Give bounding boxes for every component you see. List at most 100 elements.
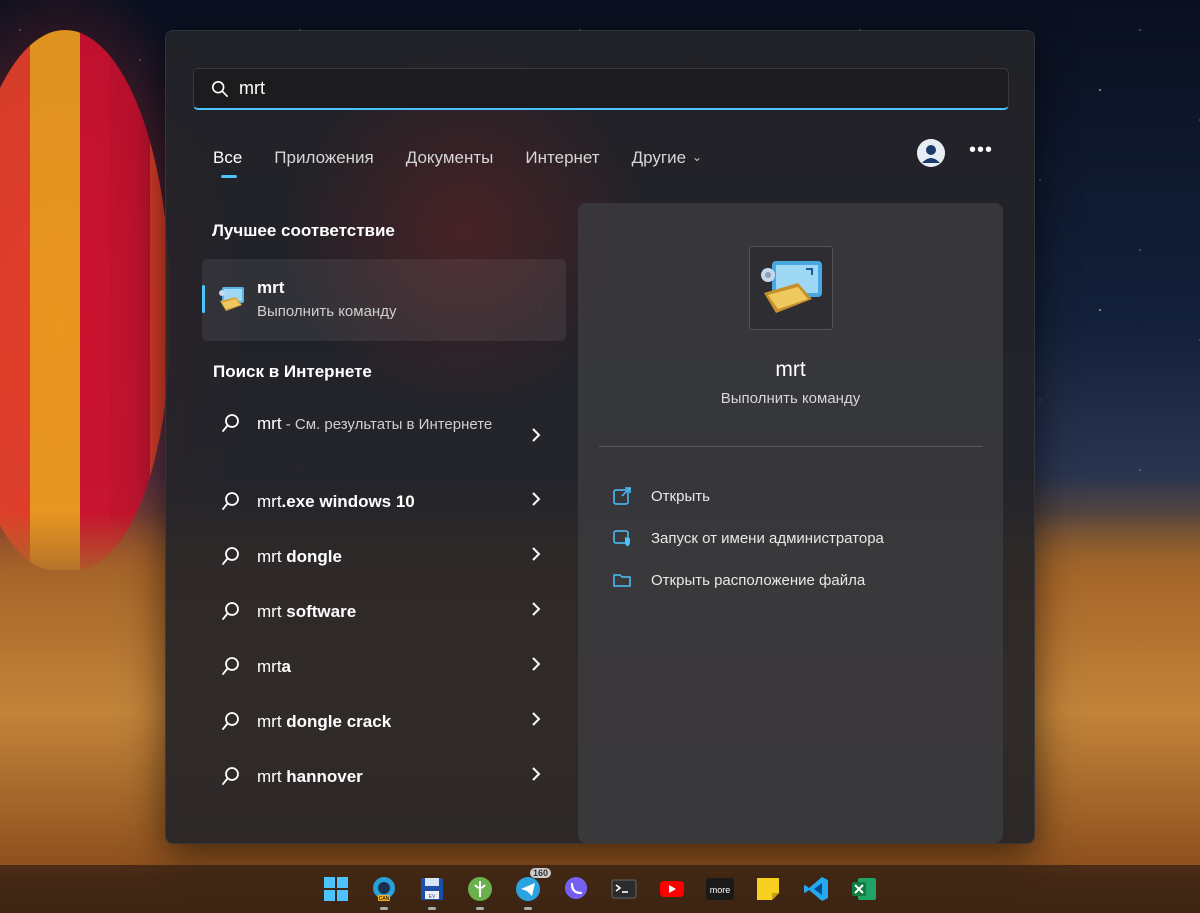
- more-app-icon: more: [706, 878, 734, 900]
- web-result-text: mrt - См. результаты в Интернете: [257, 410, 527, 438]
- preview-icon-frame: [749, 246, 833, 330]
- taskbar: CAN EV 160 more: [0, 865, 1200, 913]
- search-icon: [222, 712, 239, 730]
- open-file-location-action[interactable]: Открыть расположение файла: [612, 559, 884, 601]
- search-input[interactable]: [239, 78, 939, 99]
- chevron-right-icon: [532, 767, 541, 781]
- taskbar-telegram[interactable]: 160: [504, 865, 552, 913]
- search-icon: [222, 414, 239, 432]
- search-box[interactable]: [193, 68, 1009, 110]
- tab-all[interactable]: Все: [213, 148, 242, 178]
- tab-other-label: Другие: [631, 148, 687, 167]
- start-search-panel: Все Приложения Документы Интернет Другие…: [165, 30, 1035, 844]
- start-button[interactable]: [312, 865, 360, 913]
- open-external-icon: [613, 487, 631, 505]
- running-indicator: [524, 907, 532, 910]
- preview-title: mrt: [775, 358, 806, 381]
- web-result-text: mrt hannover: [257, 763, 527, 790]
- terminal-icon: [611, 879, 637, 899]
- taskbar-sticky-notes[interactable]: [744, 865, 792, 913]
- chevron-right-icon: [532, 492, 541, 506]
- run-as-admin-action[interactable]: Запуск от имени администратора: [612, 517, 884, 559]
- open-action[interactable]: Открыть: [612, 475, 884, 517]
- search-icon: [222, 547, 239, 565]
- wallpaper-balloon: [0, 30, 170, 570]
- web-result-item[interactable]: mrt software: [202, 589, 566, 644]
- web-result-prefix: mrt: [257, 767, 282, 786]
- web-result-prefix: mrt: [257, 547, 282, 566]
- taskbar-green-app[interactable]: [456, 865, 504, 913]
- web-result-completion: a: [281, 657, 292, 676]
- web-result-item[interactable]: mrt hannover: [202, 754, 566, 809]
- web-search-heading: Поиск в Интернете: [213, 362, 372, 381]
- chevron-right-icon: [532, 657, 541, 671]
- admin-shield-icon: [613, 530, 630, 547]
- web-result-completion: hannover: [281, 767, 363, 786]
- tab-other[interactable]: Другие ⌄: [632, 148, 703, 168]
- taskbar-terminal[interactable]: [600, 865, 648, 913]
- divider: [599, 446, 983, 447]
- taskbar-edge-canary[interactable]: CAN: [360, 865, 408, 913]
- taskbar-youtube[interactable]: [648, 865, 696, 913]
- user-icon: [917, 139, 945, 167]
- tab-internet[interactable]: Интернет: [525, 148, 599, 168]
- web-result-completion: software: [281, 602, 357, 621]
- best-match-type: Выполнить команду: [257, 303, 397, 320]
- vscode-icon: [804, 877, 828, 901]
- run-as-admin-label: Запуск от имени администратора: [651, 529, 884, 547]
- running-indicator: [476, 907, 484, 910]
- tab-documents[interactable]: Документы: [406, 148, 494, 168]
- web-result-item[interactable]: mrt - См. результаты в Интернете: [202, 401, 566, 479]
- best-match-item[interactable]: mrt Выполнить команду: [202, 259, 566, 341]
- web-result-completion: dongle crack: [281, 712, 392, 731]
- mrt-app-icon: [219, 287, 244, 311]
- chevron-right-icon: [532, 428, 541, 442]
- more-options-icon[interactable]: •••: [969, 139, 993, 162]
- search-icon: [211, 80, 229, 97]
- edge-canary-icon: CAN: [373, 877, 395, 902]
- web-results-list: mrt - См. результаты в Интернете mrt.exe…: [202, 401, 566, 809]
- chevron-right-icon: [532, 602, 541, 616]
- web-result-suffix: - См. результаты в Интернете: [281, 416, 493, 433]
- search-icon: [222, 657, 239, 675]
- web-result-item[interactable]: mrta: [202, 644, 566, 699]
- chevron-down-icon: ⌄: [692, 150, 703, 164]
- web-result-query: mrt: [257, 414, 282, 433]
- web-result-prefix: mrt: [257, 657, 282, 676]
- preview-actions: Открыть Запуск от имени администратора О…: [612, 475, 884, 601]
- web-result-text: mrt software: [257, 598, 527, 625]
- selection-indicator: [202, 285, 205, 313]
- sticky-notes-icon: [757, 878, 779, 900]
- running-indicator: [428, 907, 436, 910]
- web-result-prefix: mrt: [257, 492, 282, 511]
- notification-badge: 160: [530, 868, 552, 878]
- edge-label: CAN: [379, 896, 390, 902]
- web-result-text: mrt dongle: [257, 543, 527, 570]
- taskbar-excel[interactable]: [840, 865, 888, 913]
- web-result-completion: dongle: [281, 547, 342, 566]
- open-file-location-label: Открыть расположение файла: [651, 571, 866, 589]
- web-result-item[interactable]: mrt dongle: [202, 534, 566, 589]
- taskbar-vscode[interactable]: [792, 865, 840, 913]
- taskbar-more-app[interactable]: more: [696, 865, 744, 913]
- viber-icon: [565, 877, 587, 899]
- mrt-app-icon: [761, 261, 822, 313]
- chevron-right-icon: [532, 712, 541, 726]
- save-label: EV: [429, 894, 436, 900]
- web-result-text: mrt.exe windows 10: [257, 488, 527, 515]
- web-result-item[interactable]: mrt.exe windows 10: [202, 479, 566, 534]
- excel-icon: [852, 878, 876, 900]
- best-match-heading: Лучшее соответствие: [212, 221, 395, 240]
- tab-apps[interactable]: Приложения: [274, 148, 373, 168]
- taskbar-save-app[interactable]: EV: [408, 865, 456, 913]
- floppy-disk-icon: EV: [421, 878, 443, 900]
- web-result-completion: .exe windows 10: [281, 492, 415, 511]
- running-indicator: [380, 907, 388, 910]
- web-result-item[interactable]: mrt dongle crack: [202, 699, 566, 754]
- user-avatar[interactable]: [917, 139, 945, 167]
- web-result-prefix: mrt: [257, 602, 282, 621]
- more-app-label: more: [710, 885, 731, 895]
- green-app-icon: [468, 877, 492, 901]
- taskbar-viber[interactable]: [552, 865, 600, 913]
- windows-logo-icon: [324, 877, 348, 901]
